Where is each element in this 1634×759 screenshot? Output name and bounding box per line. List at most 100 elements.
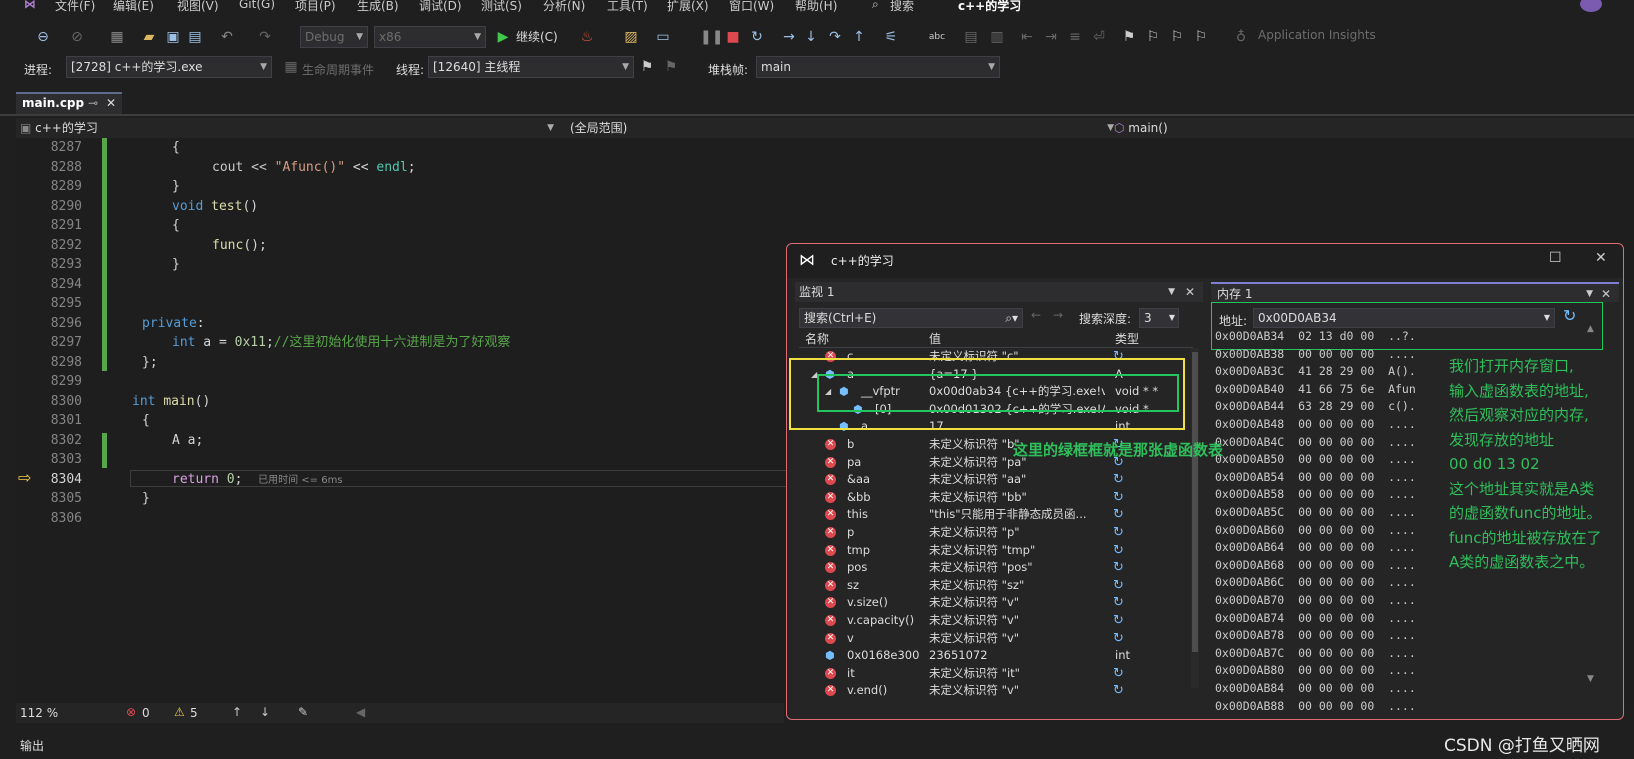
dropdown-icon[interactable]: ▼ [1168,282,1175,302]
continue-button[interactable]: 继续(C) [516,28,558,45]
memory-row[interactable]: 0x00D0AB48 00 00 00 00 .... [1215,416,1455,434]
col-type[interactable]: 类型 [1115,330,1139,348]
save-all-icon[interactable]: ▤ [186,28,204,46]
menu-view[interactable]: 视图(V) [177,0,219,14]
memory-row[interactable]: 0x00D0AB58 00 00 00 00 .... [1215,486,1455,504]
down-icon[interactable]: ↓ [260,705,270,719]
watch-row[interactable]: ✕ v 未定义标识符 "v" ↻ [795,630,1191,648]
continue-icon[interactable]: ▶ [494,28,512,46]
watch-row[interactable]: ✕ v.end() 未定义标识符 "v" ↻ [795,682,1191,700]
comment-icon[interactable]: ▤ [962,28,980,46]
refresh-icon[interactable]: ↻ [1113,682,1124,700]
memory-row[interactable]: 0x00D0AB70 00 00 00 00 .... [1215,592,1455,610]
prev-bookmark-icon[interactable]: ⚐ [1144,28,1162,46]
watch-scrollbar[interactable] [1191,348,1199,688]
up-icon[interactable]: ↑ [232,705,242,719]
refresh-icon[interactable]: ↻ [1113,594,1124,612]
menu-build[interactable]: 生成(B) [357,0,399,14]
watch-search-input[interactable]: 搜索(Ctrl+E) ⌕▾ [799,308,1023,328]
back-icon[interactable]: ⊖ [34,28,52,46]
refresh-icon[interactable]: ↻ [1113,489,1124,507]
col-value[interactable]: 值 [929,330,941,348]
refresh-icon[interactable]: ↻ [1113,612,1124,630]
step-over-icon[interactable]: ↷ [826,28,844,46]
diagnostics-icon[interactable]: ⚟ [882,28,900,46]
refresh-icon[interactable]: ↻ [1113,577,1124,595]
tab-main-cpp[interactable]: main.cpp ⊸ ✕ [16,92,122,114]
refresh-icon[interactable]: ↻ [1113,665,1124,683]
watch-row[interactable]: ⬢ 0x0168e300 23651072 int [795,647,1191,665]
zoom-level[interactable]: 112 % [20,706,58,720]
close-icon[interactable]: ✕ [1185,282,1195,302]
refresh-icon[interactable]: ↻ [1563,306,1576,325]
memory-row[interactable]: 0x00D0AB60 00 00 00 00 .... [1215,522,1455,540]
memory-row[interactable]: 0x00D0AB84 00 00 00 00 .... [1215,680,1455,698]
memory-row[interactable]: 0x00D0AB40 41 66 75 6e Afun [1215,381,1455,399]
bookmark-icon[interactable]: ⚑ [1120,28,1138,46]
process-dropdown[interactable]: [2728] c++的学习.exe ▼ [66,56,272,78]
lifecycle-events-label[interactable]: 生命周期事件 [302,61,374,78]
refresh-icon[interactable]: ↻ [1113,524,1124,542]
address-input[interactable]: 0x00D0AB34 ▼ [1253,308,1555,328]
forward-icon[interactable]: → [1053,308,1063,322]
config-dropdown[interactable]: Debug ▼ [300,26,368,48]
watch-row[interactable]: ✕ this "this"只能用于非静态成员函... ↻ [795,506,1191,524]
scroll-left-icon[interactable]: ◀ [356,705,365,719]
menu-test[interactable]: 测试(S) [481,0,522,14]
screen-icon[interactable]: ▭ [654,28,672,46]
error-icon[interactable]: ⊗ [126,705,136,719]
avatar[interactable] [1580,0,1602,12]
new-project-icon[interactable]: ▦ [108,28,126,46]
thread-dropdown[interactable]: [12640] 主线程 ▼ [428,56,634,78]
pin-icon[interactable]: ⊸ [88,94,98,112]
memory-row[interactable]: 0x00D0AB88 00 00 00 00 .... [1215,698,1455,716]
memory-row[interactable]: 0x00D0AB68 00 00 00 00 .... [1215,557,1455,575]
vs-logo-icon[interactable]: ⋈ [24,0,36,11]
memory-row[interactable]: 0x00D0AB74 00 00 00 00 .... [1215,610,1455,628]
memory-row[interactable]: 0x00D0AB4C 00 00 00 00 .... [1215,434,1455,452]
back-icon[interactable]: ← [1031,308,1041,322]
menu-search[interactable]: 搜索 [890,0,914,14]
memory-row[interactable]: 0x00D0AB7C 00 00 00 00 .... [1215,645,1455,663]
watch-row[interactable]: ✕ v.capacity() 未定义标识符 "v" ↻ [795,612,1191,630]
format-icon[interactable]: ≡ [1066,28,1084,46]
function-dropdown[interactable]: ⬡ main() [1110,119,1310,137]
col-name[interactable]: 名称 [805,330,829,348]
wrap-icon[interactable]: ⏎ [1090,28,1108,46]
watch-row[interactable]: ✕ &aa 未定义标识符 "aa" ↻ [795,471,1191,489]
close-icon[interactable]: ✕ [1601,284,1611,304]
hot-reload-icon[interactable]: ♨ [578,28,596,46]
memory-row[interactable]: 0x00D0AB6C 00 00 00 00 .... [1215,574,1455,592]
memory-row[interactable]: 0x00D0AB44 63 28 29 00 c(). [1215,398,1455,416]
stop-icon[interactable]: ■ [724,28,742,46]
watch-row[interactable]: ✕ tmp 未定义标识符 "tmp" ↻ [795,542,1191,560]
watch-row[interactable]: ✕ p 未定义标识符 "p" ↻ [795,524,1191,542]
open-folder-icon[interactable]: ▰ [140,28,158,46]
restart-icon[interactable]: ↻ [748,28,766,46]
undo-icon[interactable]: ↶ [218,28,236,46]
refresh-icon[interactable]: ↻ [1113,630,1124,648]
save-icon[interactable]: ▣ [164,28,182,46]
insights-icon[interactable]: ♁ [1232,28,1250,46]
flag-icon[interactable]: ⚑ [638,58,656,76]
spellcheck-icon[interactable]: abc [928,28,946,46]
memory-row[interactable]: 0x00D0AB34 02 13 d0 00 ..?. [1215,328,1455,346]
refresh-icon[interactable]: ↻ [1113,559,1124,577]
depth-dropdown[interactable]: 3 ▼ [1139,308,1179,328]
next-bookmark-icon[interactable]: ⚐ [1168,28,1186,46]
flag-threads-icon[interactable]: ⚑ [662,58,680,76]
clear-bookmarks-icon[interactable]: ⚐ [1192,28,1210,46]
maximize-icon[interactable]: ☐ [1549,250,1562,266]
menu-tools[interactable]: 工具(T) [607,0,648,14]
refresh-icon[interactable]: ↻ [1113,471,1124,489]
uncomment-icon[interactable]: ▥ [988,28,1006,46]
watch-row[interactable]: ✕ sz 未定义标识符 "sz" ↻ [795,577,1191,595]
project-dropdown[interactable]: ▣ c++的学习 ▼ [16,119,560,137]
memory-row[interactable]: 0x00D0AB54 00 00 00 00 .... [1215,469,1455,487]
platform-dropdown[interactable]: x86 ▼ [374,26,486,48]
app-insights-label[interactable]: Application Insights [1258,28,1376,42]
memory-row[interactable]: 0x00D0AB64 00 00 00 00 .... [1215,539,1455,557]
menu-project[interactable]: 项目(P) [295,0,336,14]
memory-row[interactable]: 0x00D0AB38 00 00 00 00 .... [1215,346,1455,364]
step-out-icon[interactable]: ↑ [850,28,868,46]
